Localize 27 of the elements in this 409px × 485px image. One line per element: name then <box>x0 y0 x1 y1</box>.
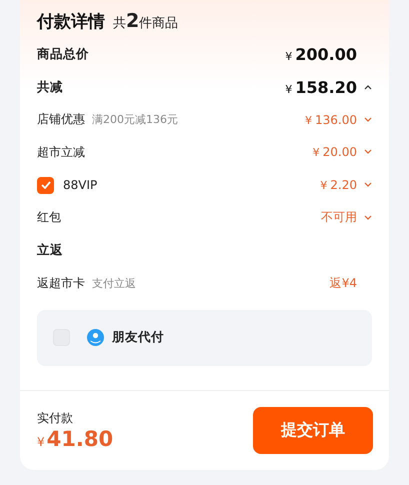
row-label: 共减 <box>37 78 63 96</box>
person-icon <box>87 329 104 346</box>
total-label: 实付款 <box>37 410 74 426</box>
row-label: 红包 <box>37 209 61 226</box>
check-icon <box>40 181 50 190</box>
row-note: 支付立返 <box>92 276 136 291</box>
item-count: 共2件商品 <box>113 10 178 32</box>
row-value: ¥ 2.20 <box>320 178 357 192</box>
submit-order-button[interactable]: 提交订单 <box>253 406 373 454</box>
row-label: 店铺优惠 <box>37 111 85 128</box>
row-label: 商品总价 <box>37 46 89 63</box>
row-value: 返¥4 <box>330 274 357 292</box>
row-note: 满200元减136元 <box>92 112 178 128</box>
row-label: 超市立减 <box>37 144 85 161</box>
row-value: ¥ 200.00 <box>285 44 357 64</box>
friend-pay-label: 朋友代付 <box>112 329 164 346</box>
row-value: ¥ 136.00 <box>305 112 357 127</box>
row-value: ¥ 158.20 <box>285 78 357 97</box>
row-label: 返超市卡 <box>37 274 85 292</box>
checkbox[interactable] <box>37 176 54 194</box>
row-value: 不可用 <box>321 209 357 226</box>
panel-title: 付款详情 <box>37 11 105 33</box>
row-label: 88VIP <box>63 178 98 192</box>
row-value: ¥ 20.00 <box>312 145 357 160</box>
row-label: 立返 <box>37 242 63 259</box>
chevron-icon[interactable] <box>364 84 372 90</box>
total-price: ¥41.80 <box>37 426 114 450</box>
